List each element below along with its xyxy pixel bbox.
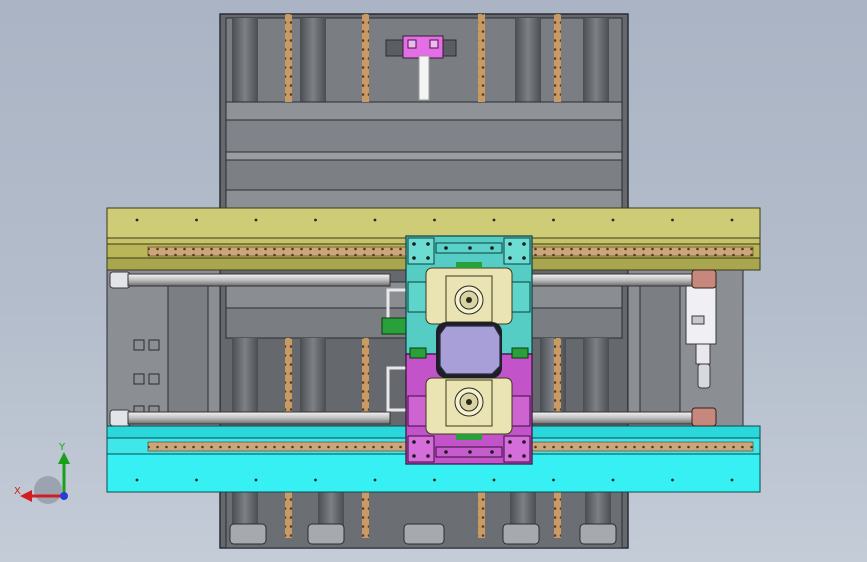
- rail-dot: [552, 478, 555, 482]
- bolt-hole: [426, 242, 430, 246]
- orientation-triad[interactable]: Y X: [12, 440, 82, 510]
- rail-dot: [195, 478, 198, 482]
- bolt-hole: [522, 256, 526, 260]
- bolt-hole: [522, 454, 526, 458]
- bolt-hole: [508, 242, 512, 246]
- rail-dot: [552, 218, 555, 222]
- rail-dot: [433, 478, 436, 482]
- cad-model-view[interactable]: [0, 0, 867, 562]
- triad-graphic: [20, 452, 70, 504]
- rail-dot: [611, 218, 615, 222]
- rail-dot: [492, 478, 496, 482]
- bolt-hole: [426, 454, 430, 458]
- bolt-hole: [508, 256, 512, 260]
- rail-dot: [135, 478, 139, 482]
- bolt-hole: [490, 450, 494, 454]
- central-carriage[interactable]: [405, 235, 533, 465]
- bolt-hole: [468, 246, 472, 250]
- bolt-hole: [426, 440, 430, 444]
- bolt-hole: [444, 450, 448, 454]
- cad-viewport[interactable]: Y X: [0, 0, 867, 562]
- bolt-hole: [412, 256, 416, 260]
- bolt-hole: [468, 450, 472, 454]
- y-axis-label: Y: [59, 442, 66, 453]
- rail-dot: [314, 218, 317, 222]
- rail-dot: [135, 218, 139, 222]
- bolt-hole: [444, 246, 448, 250]
- rail-dot: [254, 478, 258, 482]
- rail-dot: [433, 218, 436, 222]
- rail-dot: [671, 218, 674, 222]
- rail-dot: [492, 218, 496, 222]
- bolt-hole: [522, 242, 526, 246]
- bolt-hole: [426, 256, 430, 260]
- rail-dot: [730, 218, 734, 222]
- x-axis-label: X: [14, 486, 21, 497]
- bolt-hole: [490, 246, 494, 250]
- rail-dot: [373, 478, 377, 482]
- bolt-hole: [508, 454, 512, 458]
- rail-dot: [730, 478, 734, 482]
- bolt-hole: [412, 242, 416, 246]
- bolt-hole: [522, 440, 526, 444]
- bolt-hole: [508, 440, 512, 444]
- rail-dot: [611, 478, 615, 482]
- rail-dot: [195, 218, 198, 222]
- rail-dot: [671, 478, 674, 482]
- rail-dot: [373, 218, 377, 222]
- rail-dot: [314, 478, 317, 482]
- rail-dot: [254, 218, 258, 222]
- bolt-hole: [412, 440, 416, 444]
- bolt-hole: [412, 454, 416, 458]
